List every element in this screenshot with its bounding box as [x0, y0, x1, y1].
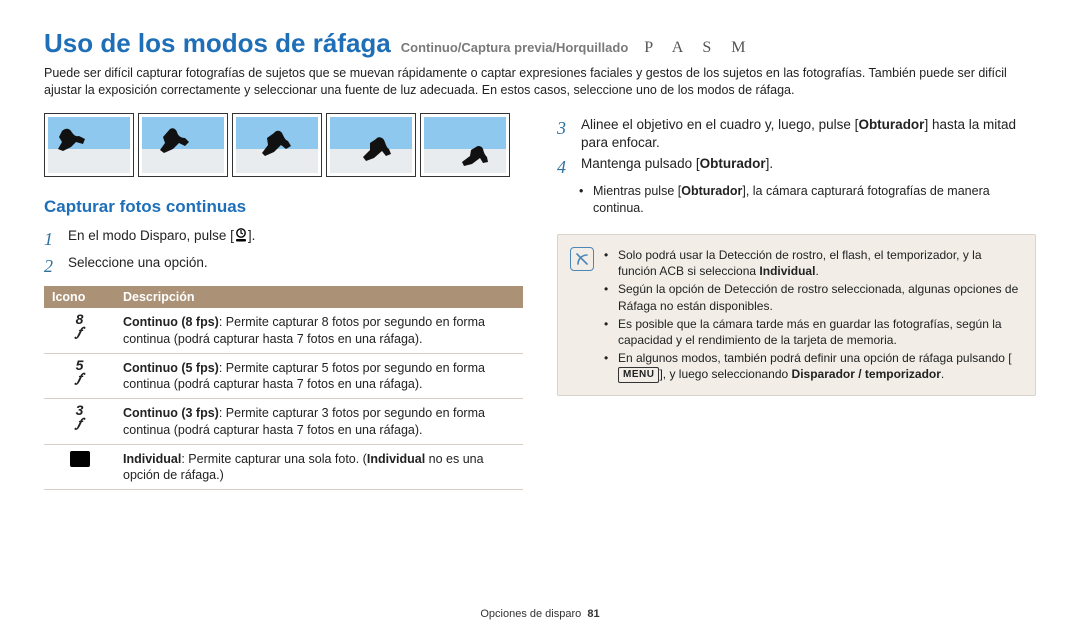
table-row: Individual: Permite capturar una sola fo… — [44, 444, 523, 490]
note-list: •Solo podrá usar la Detección de rostro,… — [604, 245, 1023, 385]
note-icon — [570, 247, 594, 271]
snowboard-icon — [48, 117, 130, 173]
option-desc-cell: Continuo (3 fps): Permite capturar 3 fot… — [115, 399, 523, 445]
snowboard-icon — [142, 117, 224, 173]
table-row: 5𝆑 Continuo (5 fps): Permite capturar 5 f… — [44, 353, 523, 399]
option-icon-cell — [44, 444, 115, 490]
mode-letters: P A S M — [644, 39, 753, 57]
section-title: Capturar fotos continuas — [44, 197, 523, 217]
step-text: Mantenga pulsado [Obturador]. — [581, 155, 1036, 179]
step-number: 4 — [557, 155, 571, 179]
step-text: En el modo Disparo, pulse []. — [68, 227, 523, 251]
sequence-frame — [232, 113, 322, 177]
table-header-desc: Descripción — [115, 286, 523, 308]
option-desc-cell: Continuo (5 fps): Permite capturar 5 fot… — [115, 353, 523, 399]
sequence-frame — [138, 113, 228, 177]
sequence-frame — [326, 113, 416, 177]
page-title: Uso de los modos de ráfaga — [44, 28, 391, 59]
option-desc-cell: Continuo (8 fps): Permite capturar 8 fot… — [115, 308, 523, 353]
left-column: Capturar fotos continuas 1 En el modo Di… — [44, 113, 523, 491]
step-4-sub: • Mientras pulse [Obturador], la cámara … — [579, 183, 1036, 216]
option-icon-cell: 8𝆑 — [44, 308, 115, 353]
page-subtitle: Continuo/Captura previa/Horquillado — [401, 40, 629, 55]
options-table: Icono Descripción 8𝆑 Continuo (8 fps): Pe… — [44, 286, 523, 490]
note-item: •Es posible que la cámara tarde más en g… — [604, 316, 1023, 348]
step-number: 2 — [44, 254, 58, 278]
option-desc-cell: Individual: Permite capturar una sola fo… — [115, 444, 523, 490]
note-box: •Solo podrá usar la Detección de rostro,… — [557, 234, 1036, 396]
snowboard-icon — [424, 117, 506, 173]
intro-paragraph: Puede ser difícil capturar fotografías d… — [44, 65, 1036, 99]
bullet-dot: • — [579, 183, 587, 216]
snowboard-sequence — [44, 113, 523, 177]
step-text: Seleccione una opción. — [68, 254, 523, 278]
table-row: 3𝆑 Continuo (3 fps): Permite capturar 3 f… — [44, 399, 523, 445]
option-icon-cell: 3𝆑 — [44, 399, 115, 445]
step-2: 2 Seleccione una opción. — [44, 254, 523, 278]
note-item: •En algunos modos, también podrá definir… — [604, 350, 1023, 383]
timer-drive-icon — [234, 227, 248, 243]
right-column: 3 Alinee el objetivo en el cuadro y, lue… — [557, 113, 1036, 491]
two-column-layout: Capturar fotos continuas 1 En el modo Di… — [44, 113, 1036, 491]
step-number: 3 — [557, 116, 571, 152]
option-icon-cell: 5𝆑 — [44, 353, 115, 399]
title-row: Uso de los modos de ráfaga Continuo/Capt… — [44, 28, 1036, 59]
sequence-frame — [420, 113, 510, 177]
single-shot-icon — [70, 451, 90, 467]
sequence-frame — [44, 113, 134, 177]
step-3: 3 Alinee el objetivo en el cuadro y, lue… — [557, 116, 1036, 152]
manual-page: Uso de los modos de ráfaga Continuo/Capt… — [0, 0, 1080, 630]
sub-text: Mientras pulse [Obturador], la cámara ca… — [593, 183, 1036, 216]
burst-icon: 3𝆑 — [76, 405, 84, 428]
table-header-icon: Icono — [44, 286, 115, 308]
page-footer: Opciones de disparo 81 — [0, 608, 1080, 620]
step-1: 1 En el modo Disparo, pulse []. — [44, 227, 523, 251]
note-item: •Solo podrá usar la Detección de rostro,… — [604, 247, 1023, 279]
burst-icon: 5𝆑 — [76, 360, 84, 383]
table-row: 8𝆑 Continuo (8 fps): Permite capturar 8 f… — [44, 308, 523, 353]
snowboard-icon — [236, 117, 318, 173]
step-text: Alinee el objetivo en el cuadro y, luego… — [581, 116, 1036, 152]
note-item: •Según la opción de Detección de rostro … — [604, 281, 1023, 313]
step-4: 4 Mantenga pulsado [Obturador]. — [557, 155, 1036, 179]
snowboard-icon — [330, 117, 412, 173]
step-number: 1 — [44, 227, 58, 251]
menu-key-icon: MENU — [618, 367, 659, 383]
burst-icon: 8𝆑 — [76, 314, 84, 337]
